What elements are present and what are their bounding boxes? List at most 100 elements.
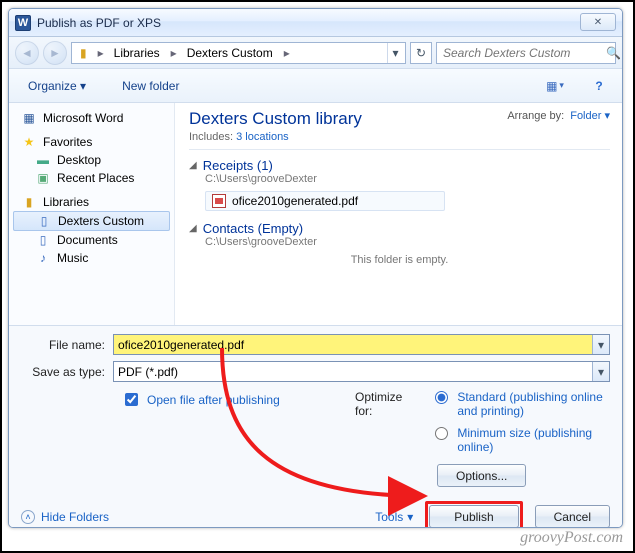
file-item[interactable]: ofice2010generated.pdf <box>205 191 445 211</box>
chevron-down-icon: ▾ <box>559 80 564 91</box>
window-close-button[interactable]: ✕ <box>580 13 616 31</box>
hide-folders-label: Hide Folders <box>41 510 109 524</box>
search-input[interactable] <box>441 45 602 61</box>
nav-microsoft-word[interactable]: ▦ Microsoft Word <box>13 109 170 127</box>
documents-icon: ▯ <box>35 233 51 247</box>
nav-label: Documents <box>57 233 118 247</box>
main-area: ▦ Microsoft Word ★ Favorites ▬ Desktop ▣… <box>9 103 622 325</box>
savetype-combo[interactable]: ▾ <box>113 361 610 382</box>
nav-documents[interactable]: ▯ Documents <box>13 231 170 249</box>
open-after-checkbox[interactable]: Open file after publishing <box>121 390 280 409</box>
savetype-label: Save as type: <box>21 365 113 379</box>
help-icon: ? <box>595 79 602 93</box>
library-title: Dexters Custom library <box>189 109 362 129</box>
word-app-icon: W <box>15 15 31 31</box>
toolbar: Organize ▾ New folder ▦ ▾ ? <box>9 69 622 103</box>
search-box[interactable]: 🔍 <box>436 42 616 64</box>
group-header[interactable]: ◢ Contacts (Empty) <box>189 221 610 236</box>
bottom-panel: File name: ▾ Save as type: ▾ <box>9 325 622 528</box>
group-contacts: ◢ Contacts (Empty) C:\Users\grooveDexter… <box>189 221 610 266</box>
music-icon: ♪ <box>35 251 51 265</box>
nav-recent-places[interactable]: ▣ Recent Places <box>13 169 170 187</box>
refresh-icon: ↻ <box>416 46 426 60</box>
recent-icon: ▣ <box>35 171 51 185</box>
organize-menu[interactable]: Organize ▾ <box>19 75 95 97</box>
cancel-button[interactable]: Cancel <box>535 505 610 528</box>
nav-libraries[interactable]: ▮ Libraries <box>13 193 170 211</box>
chevron-right-icon: ▸ <box>282 46 292 60</box>
nav-label: Music <box>57 251 88 265</box>
nav-music[interactable]: ♪ Music <box>13 249 170 267</box>
word-icon: ▦ <box>21 111 37 125</box>
address-bar-row: ◄ ► ▮ ▸ Libraries ▸ Dexters Custom ▸ ▾ ↻… <box>9 37 622 69</box>
view-icon: ▦ <box>546 79 557 93</box>
chevron-down-icon: ▾ <box>598 338 604 352</box>
crumb-libraries[interactable]: Libraries <box>108 43 167 63</box>
radio-standard-label: Standard (publishing online and printing… <box>457 390 610 418</box>
group-path: C:\Users\grooveDexter <box>205 173 610 185</box>
options-button[interactable]: Options... <box>437 464 526 487</box>
radio-standard[interactable]: Standard (publishing online and printing… <box>430 390 610 418</box>
address-dropdown[interactable]: ▾ <box>387 43 403 63</box>
publish-button[interactable]: Publish <box>429 505 518 528</box>
savetype-dropdown[interactable]: ▾ <box>592 362 609 381</box>
new-folder-button[interactable]: New folder <box>113 75 188 97</box>
collapse-icon: ◢ <box>189 160 197 171</box>
group-title: Receipts (1) <box>203 158 273 173</box>
search-icon: 🔍 <box>606 46 621 60</box>
optimize-label: Optimize for: <box>355 390 420 418</box>
crumb-root-icon[interactable]: ▮ <box>74 43 94 63</box>
open-after-label: Open file after publishing <box>147 393 280 407</box>
nav-dexters-custom[interactable]: ▯ Dexters Custom <box>13 211 170 231</box>
radio-minimum-input[interactable] <box>435 427 448 440</box>
libraries-icon: ▮ <box>21 195 37 209</box>
tools-menu[interactable]: Tools ▾ <box>375 510 413 524</box>
refresh-button[interactable]: ↻ <box>410 42 432 64</box>
nav-favorites[interactable]: ★ Favorites <box>13 133 170 151</box>
tools-label: Tools <box>375 510 403 524</box>
back-button[interactable]: ◄ <box>15 41 39 65</box>
breadcrumb[interactable]: ▮ ▸ Libraries ▸ Dexters Custom ▸ ▾ <box>71 42 406 64</box>
view-options-button[interactable]: ▦ ▾ <box>542 75 568 97</box>
open-after-input[interactable] <box>125 393 138 406</box>
group-path: C:\Users\grooveDexter <box>205 236 610 248</box>
library-subtitle: Includes: 3 locations <box>189 131 362 143</box>
filename-input[interactable] <box>114 335 592 354</box>
watermark: groovyPost.com <box>520 529 623 547</box>
chevron-right-icon: ▸ <box>96 46 106 60</box>
arrange-label: Arrange by: <box>507 110 564 122</box>
filename-label: File name: <box>21 338 113 352</box>
collapse-icon: ◢ <box>189 223 197 234</box>
filename-dropdown[interactable]: ▾ <box>592 335 609 354</box>
nav-label: Recent Places <box>57 171 134 185</box>
includes-link[interactable]: 3 locations <box>236 131 289 143</box>
pdf-icon <box>212 194 226 208</box>
titlebar: W Publish as PDF or XPS ✕ <box>9 9 622 37</box>
nav-desktop[interactable]: ▬ Desktop <box>13 151 170 169</box>
crumb-dexters[interactable]: Dexters Custom <box>181 43 280 63</box>
divider <box>189 149 610 150</box>
radio-minimum[interactable]: Minimum size (publishing online) <box>430 426 610 454</box>
nav-label: Desktop <box>57 153 101 167</box>
nav-label: Microsoft Word <box>43 111 123 125</box>
filename-combo: ▾ <box>113 334 610 355</box>
library-icon: ▯ <box>36 214 52 228</box>
group-header[interactable]: ◢ Receipts (1) <box>189 158 610 173</box>
window-title: Publish as PDF or XPS <box>37 16 161 30</box>
hide-folders-button[interactable]: ˄ Hide Folders <box>21 510 109 524</box>
forward-button[interactable]: ► <box>43 41 67 65</box>
includes-label: Includes: <box>189 131 233 143</box>
chevron-down-icon: ▾ <box>80 79 86 93</box>
navigation-pane: ▦ Microsoft Word ★ Favorites ▬ Desktop ▣… <box>9 103 175 325</box>
star-icon: ★ <box>21 135 37 149</box>
arrow-left-icon: ◄ <box>21 46 33 60</box>
desktop-icon: ▬ <box>35 153 51 167</box>
help-button[interactable]: ? <box>586 75 612 97</box>
radio-minimum-label: Minimum size (publishing online) <box>457 426 610 454</box>
group-receipts: ◢ Receipts (1) C:\Users\grooveDexter ofi… <box>189 158 610 211</box>
radio-standard-input[interactable] <box>435 391 448 404</box>
arrange-by-dropdown[interactable]: Folder ▾ <box>570 109 610 122</box>
chevron-down-icon: ▾ <box>407 510 413 524</box>
arrange-value: Folder <box>570 110 601 122</box>
highlight-annotation: Publish <box>425 501 522 528</box>
